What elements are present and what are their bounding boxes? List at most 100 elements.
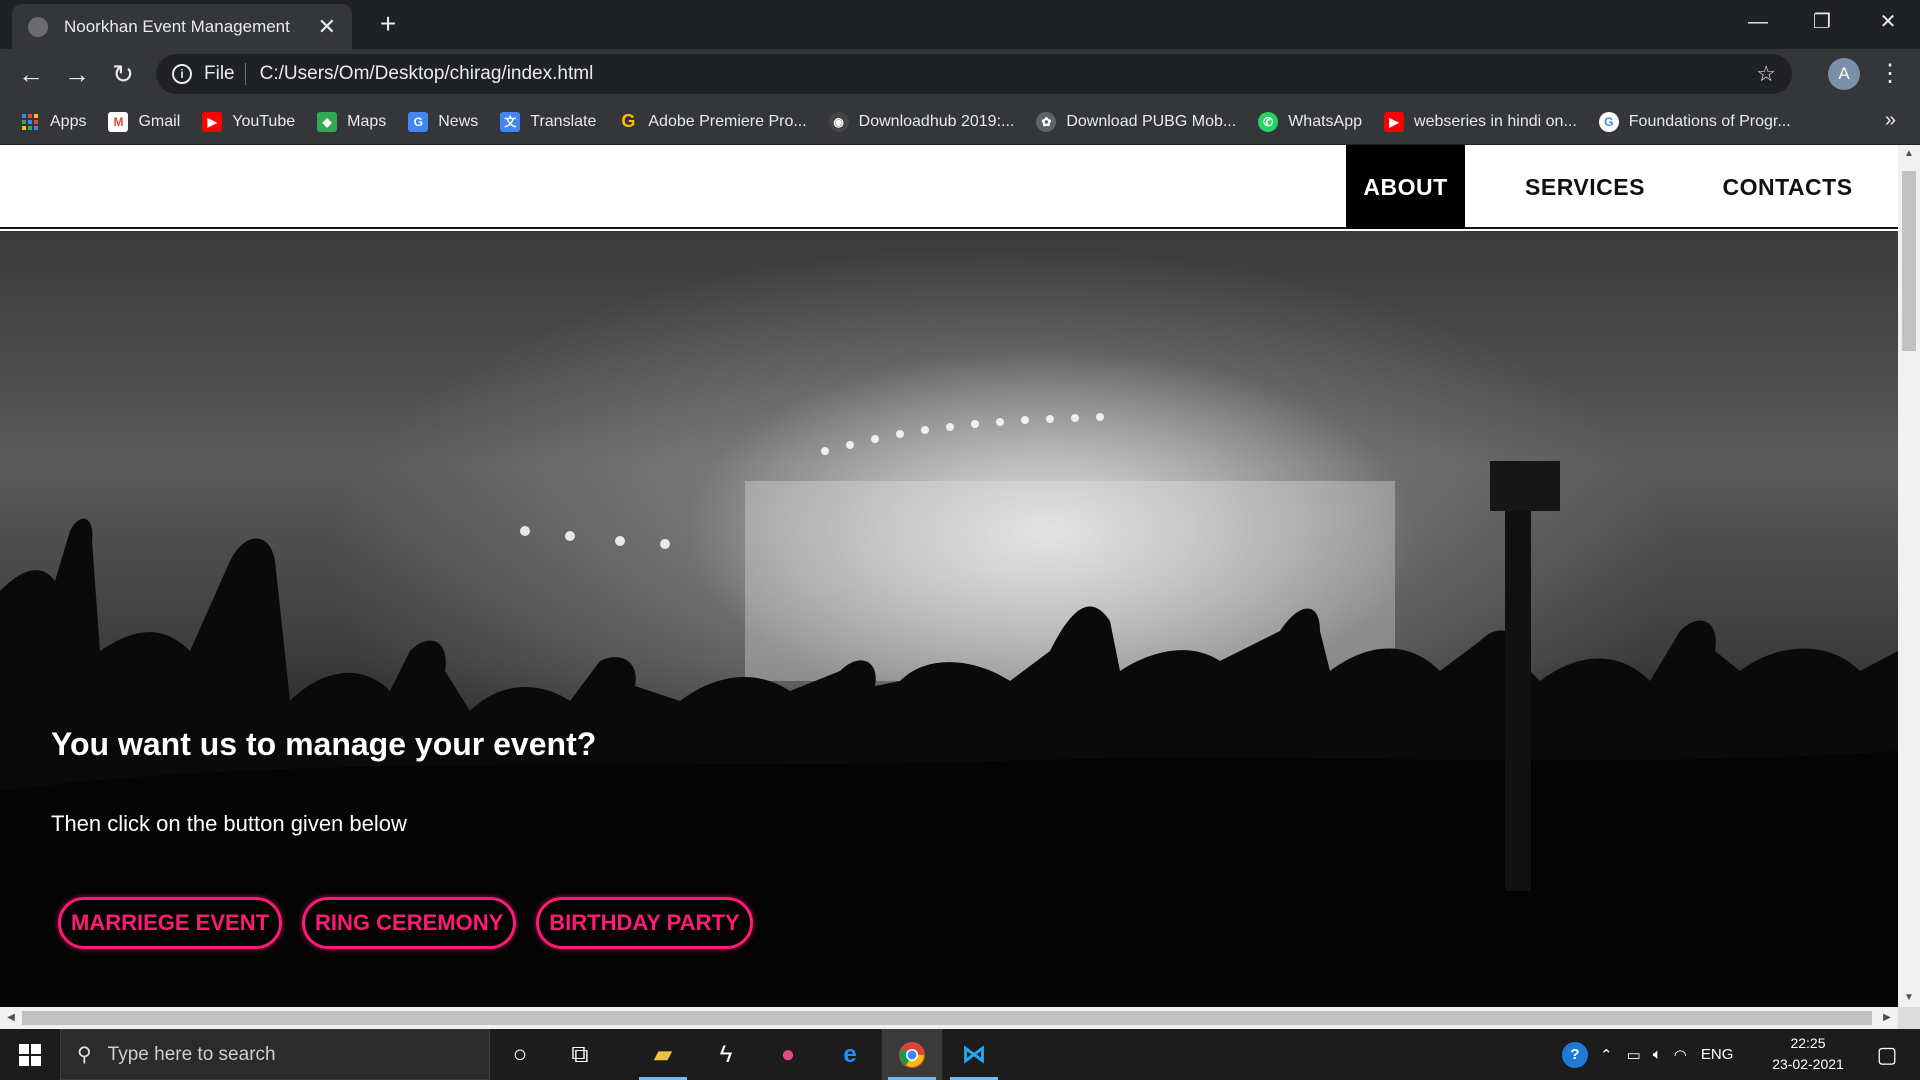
language-indicator[interactable]: ENG <box>1701 1046 1734 1063</box>
chrome-icon[interactable] <box>882 1029 942 1080</box>
scroll-left-icon[interactable]: ◀ <box>0 1007 22 1029</box>
volume-icon[interactable]: 🔈︎ <box>1653 1046 1662 1063</box>
event-button-row: MARRIEGE EVENT RING CEREMONY BIRTHDAY PA… <box>58 897 773 949</box>
clock-date: 23-02-2021 <box>1772 1056 1844 1072</box>
info-icon[interactable]: i <box>172 64 192 84</box>
vertical-scroll-thumb[interactable] <box>1902 171 1916 351</box>
horizontal-scrollbar[interactable]: ◀ ▶ <box>0 1007 1898 1029</box>
wifi-icon[interactable]: ◠ <box>1674 1046 1687 1064</box>
bookmark-label: Foundations of Progr... <box>1628 112 1791 130</box>
bookmark-whatsapp[interactable]: ✆ WhatsApp <box>1258 111 1363 132</box>
browser-tab[interactable]: Noorkhan Event Management ✕ <box>12 4 352 49</box>
bookmark-news[interactable]: G News <box>408 111 479 132</box>
hero-subtitle: Then click on the button given below <box>51 811 407 836</box>
bookmark-label: News <box>438 112 479 130</box>
bookmark-foundations[interactable]: G Foundations of Progr... <box>1598 111 1791 132</box>
back-arrow-icon[interactable]: ← <box>14 57 48 91</box>
cortana-icon[interactable]: ○ <box>490 1029 550 1080</box>
edge-icon[interactable]: e <box>820 1029 880 1080</box>
bookmark-label: Download PUBG Mob... <box>1066 112 1237 130</box>
browser-menu-icon[interactable]: ⋮ <box>1878 57 1902 91</box>
reload-icon[interactable]: ↻ <box>106 57 140 91</box>
bookmark-star-icon[interactable]: ☆ <box>1756 61 1776 87</box>
paint-drop-icon[interactable]: ● <box>758 1029 818 1080</box>
address-bar[interactable]: i File C:/Users/Om/Desktop/chirag/index.… <box>156 54 1792 94</box>
bookmark-pubg[interactable]: ✿ Download PUBG Mob... <box>1036 111 1237 132</box>
vscode-icon[interactable]: ⋈ <box>944 1029 1004 1080</box>
taskbar-search[interactable]: ⚲ Type here to search <box>60 1029 490 1080</box>
nav-contacts[interactable]: CONTACTS <box>1700 145 1875 229</box>
bookmark-label: YouTube <box>232 112 296 130</box>
address-scheme: File <box>204 63 235 84</box>
birthday-party-button[interactable]: BIRTHDAY PARTY <box>536 897 753 949</box>
bookmark-label: Maps <box>347 112 387 130</box>
system-clock[interactable]: 22:25 23-02-2021 <box>1762 1033 1854 1075</box>
nav-about[interactable]: ABOUT <box>1346 145 1465 229</box>
file-explorer-icon[interactable]: ▰ <box>633 1029 693 1080</box>
tab-title: Noorkhan Event Management <box>64 16 290 36</box>
bookmark-gmail[interactable]: M Gmail <box>108 111 181 132</box>
pubg-icon: ✿ <box>1036 111 1057 132</box>
whatsapp-icon: ✆ <box>1258 111 1279 132</box>
bookmark-label: Adobe Premiere Pro... <box>648 112 807 130</box>
google-g-icon: G <box>1598 111 1619 132</box>
bookmark-maps[interactable]: ◆ Maps <box>317 111 387 132</box>
scrollbar-corner <box>1898 1007 1920 1029</box>
address-url[interactable]: C:/Users/Om/Desktop/chirag/index.html <box>260 63 1757 85</box>
bookmarks-overflow-icon[interactable]: » <box>1885 109 1896 132</box>
apps-grid-icon <box>20 112 40 132</box>
new-tab-button[interactable]: + <box>372 8 404 40</box>
battery-icon[interactable]: ▭ <box>1627 1046 1641 1064</box>
tab-close-button[interactable]: ✕ <box>318 15 336 38</box>
windows-start-icon[interactable] <box>0 1029 60 1080</box>
nav-services[interactable]: SERVICES <box>1500 145 1670 229</box>
site-navbar: ABOUT SERVICES CONTACTS <box>0 145 1898 229</box>
bookmark-translate[interactable]: 文 Translate <box>500 111 597 132</box>
translate-icon: 文 <box>500 111 521 132</box>
bookmark-apps[interactable]: Apps <box>20 112 86 132</box>
horizontal-scroll-thumb[interactable] <box>22 1011 1872 1025</box>
restore-button[interactable]: ❐ <box>1790 0 1854 44</box>
winamp-icon[interactable]: ϟ <box>696 1029 756 1080</box>
bookmark-label: WhatsApp <box>1288 112 1363 130</box>
youtube-icon: ▶ <box>202 111 223 132</box>
bookmark-youtube[interactable]: ▶ YouTube <box>202 111 296 132</box>
tab-strip: Noorkhan Event Management ✕ + — ❐ ✕ <box>0 0 1920 49</box>
close-window-button[interactable]: ✕ <box>1856 0 1920 44</box>
minimize-button[interactable]: — <box>1726 0 1790 44</box>
hero-title: You want us to manage your event? <box>51 726 597 762</box>
bookmark-label: Apps <box>50 112 87 130</box>
ring-ceremony-button[interactable]: RING CEREMONY <box>302 897 517 949</box>
system-tray: ? ⌃ ▭ 🔈︎ ◠ ENG <box>1562 1029 1733 1080</box>
page-viewport: ABOUT SERVICES CONTACTS You want us to m… <box>0 145 1898 1007</box>
scroll-down-icon[interactable]: ▼ <box>1898 989 1920 1007</box>
globe-icon <box>28 16 48 37</box>
downloadhub-icon: ◉ <box>828 111 849 132</box>
youtube-icon: ▶ <box>1384 111 1405 132</box>
bookmarks-bar: Apps M Gmail ▶ YouTube ◆ Maps G News 文 T… <box>0 99 1920 145</box>
bookmark-webseries[interactable]: ▶ webseries in hindi on... <box>1384 111 1577 132</box>
taskbar-search-placeholder: Type here to search <box>107 1043 276 1065</box>
bookmark-label: Gmail <box>138 112 181 130</box>
news-icon: G <box>408 111 429 132</box>
bookmark-premiere[interactable]: G Adobe Premiere Pro... <box>618 111 807 132</box>
clock-time: 22:25 <box>1790 1035 1826 1051</box>
bookmark-label: Translate <box>530 112 597 130</box>
maps-icon: ◆ <box>317 111 338 132</box>
scroll-up-icon[interactable]: ▲ <box>1898 145 1920 163</box>
windows-taskbar: ⚲ Type here to search ○ ⧉ ▰ ϟ ● e ⋈ ? ⌃ … <box>0 1029 1920 1080</box>
profile-avatar[interactable]: A <box>1828 58 1860 90</box>
task-view-icon[interactable]: ⧉ <box>550 1029 610 1080</box>
hero-section: You want us to manage your event? Then c… <box>0 231 1898 1007</box>
help-icon[interactable]: ? <box>1562 1041 1588 1068</box>
show-hidden-icons-icon[interactable]: ⌃ <box>1600 1046 1613 1064</box>
bookmark-label: webseries in hindi on... <box>1414 112 1577 130</box>
vertical-scrollbar[interactable]: ▲ ▼ <box>1898 145 1920 1007</box>
bookmark-downloadhub[interactable]: ◉ Downloadhub 2019:... <box>828 111 1014 132</box>
browser-toolbar: ← → ↻ i File C:/Users/Om/Desktop/chirag/… <box>0 49 1920 99</box>
scroll-right-icon[interactable]: ▶ <box>1876 1007 1898 1029</box>
marriage-event-button[interactable]: MARRIEGE EVENT <box>58 897 283 949</box>
notification-icon[interactable]: ▢ <box>1862 1029 1912 1080</box>
gmail-icon: M <box>108 111 129 132</box>
forward-arrow-icon[interactable]: → <box>60 57 94 91</box>
